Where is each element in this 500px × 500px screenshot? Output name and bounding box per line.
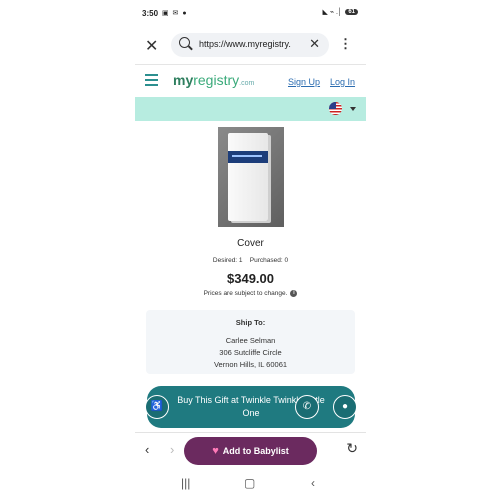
back-icon[interactable]: ‹ xyxy=(145,442,149,457)
status-time: 3:50 xyxy=(142,9,159,18)
mattress-image xyxy=(228,133,268,221)
logo-com: .com xyxy=(239,80,255,87)
product-price: $349.00 xyxy=(227,271,274,286)
chevron-down-icon[interactable] xyxy=(350,107,356,111)
ship-to-street: 306 Sutcliffe Circle xyxy=(219,348,282,357)
desired-purchased: Desired: 1 Purchased: 0 xyxy=(135,257,366,264)
signal-icons: ◣ ⌁ .│ xyxy=(322,9,343,16)
country-bar xyxy=(135,97,366,121)
clear-url-icon[interactable]: ✕ xyxy=(309,36,320,52)
add-to-babylist-label: Add to Babylist xyxy=(222,446,289,456)
logo-registry: registry xyxy=(193,72,240,88)
status-right-icons: ◣ ⌁ .│ 61 xyxy=(322,8,358,16)
phone-icon[interactable]: ✆ xyxy=(295,395,319,419)
hamburger-menu-icon[interactable] xyxy=(145,74,158,89)
purchased-count: Purchased: 0 xyxy=(249,257,289,264)
price-note: Prices are subject to change. i xyxy=(135,290,366,297)
product-image[interactable] xyxy=(218,127,284,227)
myregistry-logo[interactable]: myregistry.com xyxy=(173,72,254,88)
recents-icon[interactable]: ||| xyxy=(181,476,190,490)
ship-to-name: Carlee Selman xyxy=(225,336,276,345)
browser-url-row: ✕ https://www.myregistry. ✕ ⋮ xyxy=(135,30,366,60)
price-note-text: Prices are subject to change. xyxy=(203,290,288,298)
desired-count: Desired: 1 xyxy=(212,257,243,264)
divider xyxy=(135,64,366,65)
add-to-babylist-button[interactable]: ♥ Add to Babylist xyxy=(184,437,317,465)
nav-back-icon[interactable]: ‹ xyxy=(311,476,315,490)
search-icon xyxy=(179,37,190,48)
sign-up-link[interactable]: Sign Up xyxy=(288,77,320,87)
heart-icon: ♥ xyxy=(212,445,219,457)
browser-menu-icon[interactable]: ⋮ xyxy=(339,36,352,52)
site-header: myregistry.com Sign Up Log In xyxy=(135,66,366,96)
url-text[interactable]: https://www.myregistry. xyxy=(199,39,299,49)
close-tab-icon[interactable]: ✕ xyxy=(145,36,158,56)
status-bar: 3:50 ▣ ✉ ● ◣ ⌁ .│ 61 xyxy=(135,0,366,26)
home-icon[interactable]: ▢ xyxy=(244,476,255,490)
accessibility-icon[interactable]: ♿ xyxy=(145,395,169,419)
product-title: Cover xyxy=(237,238,264,249)
buy-gift-label: Buy This Gift at Twinkle Twinkle Little … xyxy=(177,395,325,418)
ship-to-box: Ship To: Carlee Selman 306 Sutcliffe Cir… xyxy=(146,310,355,374)
system-nav-bar: ||| ▢ ‹ xyxy=(135,470,366,500)
chat-icon[interactable]: ● xyxy=(333,395,357,419)
ship-to-city: Vernon Hills, IL 60061 xyxy=(213,360,288,369)
battery-icon: 61 xyxy=(345,9,358,15)
logo-my: my xyxy=(173,72,194,88)
log-in-link[interactable]: Log In xyxy=(330,77,355,87)
address-bar[interactable]: https://www.myregistry. ✕ xyxy=(171,33,329,57)
browser-toolbar: ‹ › ♥ Add to Babylist ↻ xyxy=(135,432,366,469)
buy-gift-button[interactable]: Buy This Gift at Twinkle Twinkle Little … xyxy=(147,386,355,428)
info-icon[interactable]: i xyxy=(290,290,298,297)
us-flag-icon[interactable] xyxy=(329,102,342,115)
phone-screen: 3:50 ▣ ✉ ● ◣ ⌁ .│ 61 ✕ https://www.myreg… xyxy=(135,0,366,500)
notification-icons: ▣ ✉ ● xyxy=(162,10,188,17)
forward-icon[interactable]: › xyxy=(170,442,174,457)
reload-icon[interactable]: ↻ xyxy=(346,440,358,457)
ship-to-heading: Ship To: xyxy=(235,318,266,327)
